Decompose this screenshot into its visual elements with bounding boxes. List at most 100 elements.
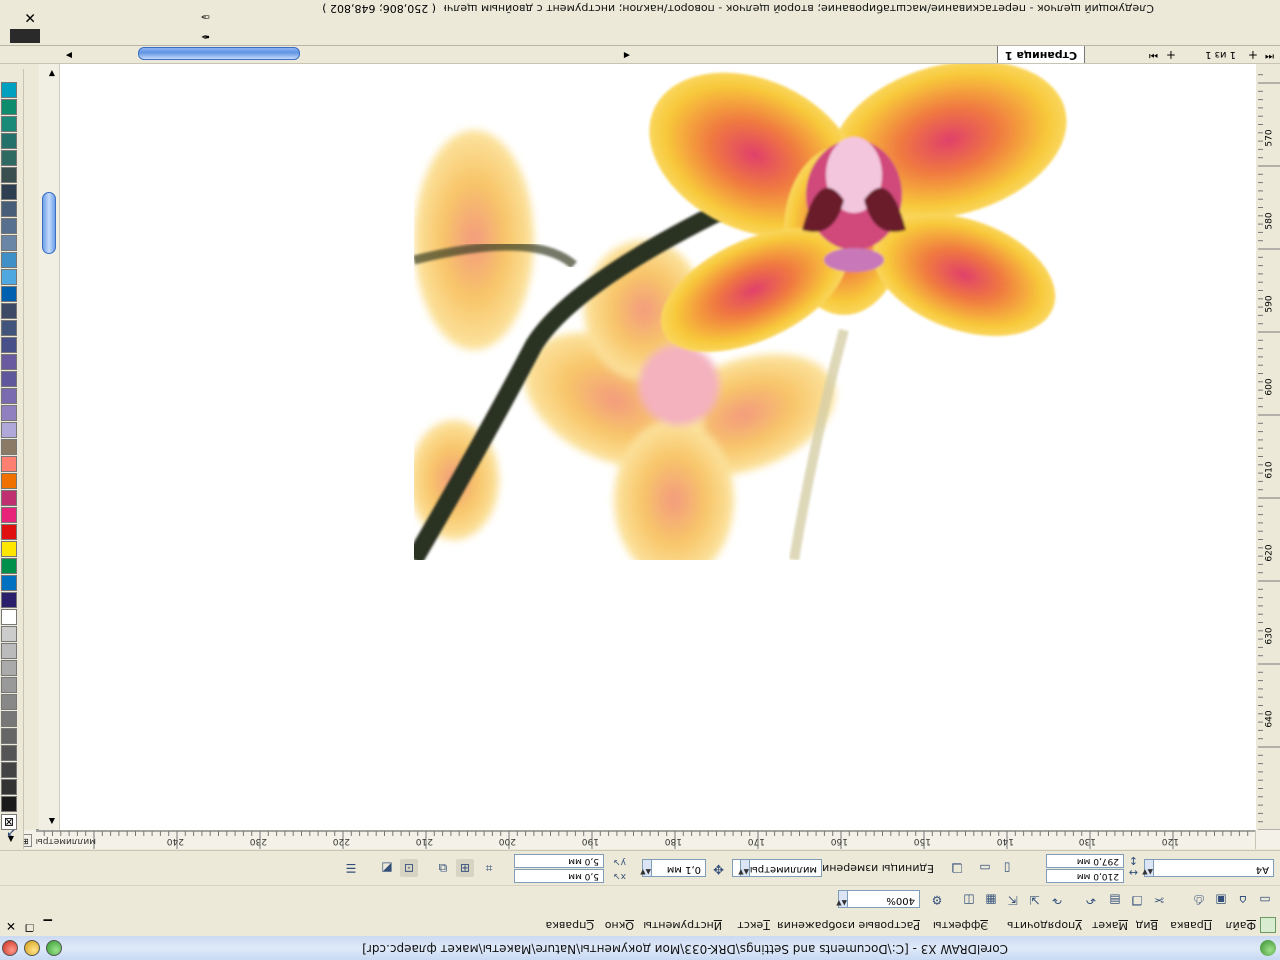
fill-color-indicator[interactable]	[10, 29, 40, 43]
options-properties-icon[interactable]: ☰	[342, 859, 360, 877]
palette-swatch[interactable]	[1, 116, 17, 132]
palette-swatch[interactable]	[1, 422, 17, 438]
palette-swatch[interactable]	[1, 524, 17, 540]
zoom-dropdown[interactable]: ▲▼	[836, 890, 848, 908]
document-icon[interactable]	[1260, 917, 1276, 933]
palette-swatch[interactable]	[1, 99, 17, 115]
palette-swatch[interactable]	[1, 354, 17, 370]
outline-none-icon[interactable]: ✕	[24, 9, 36, 25]
palette-swatch[interactable]	[1, 167, 17, 183]
vertical-scroll-thumb[interactable]	[42, 192, 56, 254]
palette-swatch[interactable]	[1, 337, 17, 353]
nudge-spin[interactable]: ▲▼	[640, 859, 652, 877]
last-page-icon[interactable]: ⏭	[1149, 50, 1158, 61]
palette-swatch[interactable]	[1, 405, 17, 421]
palette-swatch[interactable]	[1, 592, 17, 608]
portrait-icon[interactable]: ▯	[998, 859, 1016, 877]
duplicate-y-field[interactable]: 5,0 мм	[514, 854, 604, 868]
orchid-photo[interactable]	[414, 35, 1174, 560]
palette-swatch[interactable]	[1, 728, 17, 744]
scroll-left-arrow-icon[interactable]: ◀	[624, 51, 630, 60]
redo-icon[interactable]: ↷	[1048, 891, 1066, 909]
doc-close-icon[interactable]: ✕	[6, 919, 16, 933]
maximize-button[interactable]	[46, 940, 62, 956]
close-button[interactable]	[2, 940, 18, 956]
palette-swatch[interactable]	[1, 541, 17, 557]
save-icon[interactable]: ▣	[1212, 891, 1230, 909]
menu-file[interactable]: Файл	[1226, 917, 1256, 932]
palette-swatch[interactable]	[1, 371, 17, 387]
palette-swatch[interactable]	[1, 473, 17, 489]
snap-to-grid-icon[interactable]: ⌗	[480, 859, 498, 877]
import-icon[interactable]: ⇲	[1026, 891, 1044, 909]
menu-arrange[interactable]: Упорядочить	[1007, 917, 1082, 932]
vertical-scrollbar[interactable]: ▲ ▼	[39, 64, 60, 830]
palette-swatch[interactable]	[1, 235, 17, 251]
page-tab[interactable]: Страница 1	[997, 45, 1085, 63]
palette-swatch[interactable]	[1, 286, 17, 302]
dynamic-guides-icon[interactable]: ⊡	[400, 859, 418, 877]
palette-swatch[interactable]	[1, 184, 17, 200]
menu-window[interactable]: Окно	[605, 917, 634, 932]
drawing-canvas[interactable]	[60, 35, 1256, 830]
menu-bitmaps[interactable]: Растровые изображения	[777, 917, 920, 932]
first-page-icon[interactable]: ⏮	[1265, 50, 1274, 61]
palette-swatch[interactable]	[1, 779, 17, 795]
menu-help[interactable]: Справка	[546, 917, 594, 932]
palette-swatch[interactable]	[1, 711, 17, 727]
palette-swatch[interactable]	[1, 456, 17, 472]
open-icon[interactable]: ⌂	[1234, 891, 1252, 909]
export-icon[interactable]: ⇱	[1004, 891, 1022, 909]
paper-width-field[interactable]: 210,0 мм	[1046, 869, 1124, 883]
horizontal-scroll-thumb[interactable]	[138, 47, 300, 60]
paper-height-field[interactable]: 297,0 мм	[1046, 854, 1124, 868]
snap-to-objects-icon[interactable]: ⧉	[434, 859, 452, 877]
palette-swatch[interactable]	[1, 575, 17, 591]
paper-size-dropdown[interactable]: ▲▼	[1142, 859, 1154, 877]
duplicate-x-field[interactable]: 5,0 мм	[514, 869, 604, 883]
palette-swatch[interactable]	[1, 643, 17, 659]
scroll-up-arrow-icon[interactable]: ▲	[49, 817, 55, 826]
palette-swatch[interactable]	[1, 150, 17, 166]
palette-swatch[interactable]	[1, 269, 17, 285]
coreldraw-app-icon[interactable]	[1260, 940, 1276, 956]
palette-swatch[interactable]	[1, 252, 17, 268]
palette-swatch[interactable]	[1, 201, 17, 217]
treat-as-filled-icon[interactable]: ◩	[378, 859, 396, 877]
zoom-level-field[interactable]: 400%	[838, 890, 920, 908]
landscape-icon[interactable]: ▭	[976, 859, 994, 877]
palette-swatch[interactable]	[1, 388, 17, 404]
menu-layout[interactable]: Макет	[1092, 917, 1128, 932]
palette-swatch[interactable]	[1, 745, 17, 761]
horizontal-ruler[interactable]: миллиметры 120 130 140 150 160 170 180 1…	[36, 829, 1256, 849]
nudge-distance-field[interactable]: 0,1 мм	[644, 859, 706, 877]
scroll-right-arrow-icon[interactable]: ▶	[66, 51, 72, 60]
minimize-button[interactable]	[24, 940, 40, 956]
palette-swatch[interactable]	[1, 218, 17, 234]
welcome-screen-icon[interactable]: ◫	[960, 891, 978, 909]
menu-edit[interactable]: Правка	[1170, 917, 1212, 932]
palette-swatch[interactable]	[1, 558, 17, 574]
palette-swatch[interactable]	[1, 490, 17, 506]
no-color-swatch[interactable]: ⊠	[1, 814, 17, 830]
menu-tools[interactable]: Инструменты	[643, 917, 722, 932]
doc-restore-icon[interactable]: ❐	[25, 921, 34, 932]
print-icon[interactable]: ⎙	[1190, 891, 1208, 909]
palette-scroll-up-icon[interactable]: ▲	[8, 835, 14, 844]
paper-size-select[interactable]: A4	[1144, 859, 1274, 877]
palette-swatch[interactable]	[1, 609, 17, 625]
options-icon[interactable]: ⚙	[928, 891, 946, 909]
palette-swatch[interactable]	[1, 762, 17, 778]
add-page-after-icon[interactable]: +	[1166, 48, 1176, 62]
scroll-down-arrow-icon[interactable]: ▼	[49, 69, 55, 78]
cut-icon[interactable]: ✂	[1150, 891, 1168, 909]
palette-swatch[interactable]	[1, 439, 17, 455]
copy-icon[interactable]: ❐	[1128, 891, 1146, 909]
palette-swatch[interactable]	[1, 626, 17, 642]
palette-swatch[interactable]	[1, 303, 17, 319]
all-pages-icon[interactable]: ❏	[948, 859, 966, 877]
new-document-icon[interactable]: ▭	[1256, 891, 1274, 909]
palette-swatch[interactable]	[1, 694, 17, 710]
add-page-icon[interactable]: +	[1248, 48, 1258, 62]
undo-icon[interactable]: ↶	[1082, 891, 1100, 909]
